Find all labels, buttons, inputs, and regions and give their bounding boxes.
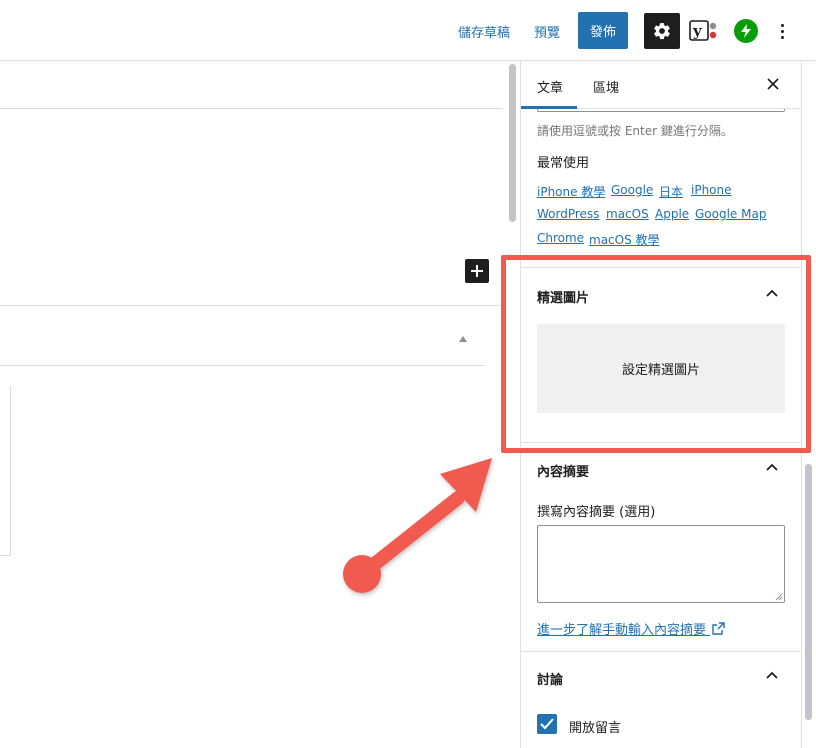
yoast-button[interactable]: y [689, 18, 719, 44]
jetpack-icon [741, 24, 751, 38]
excerpt-help-link[interactable]: 進一步了解手動輸入內容摘要 [537, 619, 725, 638]
chevron-up-icon [766, 671, 778, 679]
tag-link[interactable]: Chrome [537, 231, 584, 245]
discussion-toggle[interactable] [763, 666, 781, 684]
excerpt-panel-title[interactable]: 內容摘要 [537, 461, 589, 480]
excerpt-toggle[interactable] [763, 458, 781, 476]
discussion-panel-title[interactable]: 討論 [537, 669, 563, 688]
tag-link[interactable]: WordPress [537, 207, 599, 221]
tag-link[interactable]: iPhone 教學 [537, 183, 605, 200]
title-divider [0, 108, 503, 109]
gear-icon [654, 23, 670, 40]
editor-toolbar: 儲存草稿 預覽 發佈 y [0, 0, 816, 61]
settings-sidebar: 文章 區塊 請使用逗號或按 Enter 鍵進行分隔。 最常使用 iPhone 教… [521, 61, 801, 748]
set-featured-image-button[interactable]: 設定精選圖片 [537, 324, 785, 413]
external-link-icon [712, 622, 725, 635]
sidebar-scrollbar[interactable] [805, 464, 812, 720]
settings-button[interactable] [644, 13, 680, 49]
add-block-button[interactable] [465, 259, 489, 283]
jetpack-button[interactable] [734, 19, 758, 43]
close-sidebar-button[interactable] [765, 75, 781, 93]
most-used-label: 最常使用 [537, 156, 590, 171]
featured-image-toggle[interactable] [763, 284, 781, 302]
panel-divider [521, 651, 801, 652]
meta-box-inner-border [10, 386, 11, 556]
resize-grip-icon[interactable] [775, 593, 783, 601]
tag-link[interactable]: iPhone [691, 183, 732, 197]
publish-button[interactable]: 發佈 [578, 12, 628, 49]
meta-box-header-divider [0, 365, 485, 366]
meta-box-inner-divider [0, 555, 10, 556]
sidebar-tabs: 文章 區塊 [521, 61, 801, 109]
tag-link[interactable]: Apple [655, 207, 689, 221]
tags-input[interactable] [537, 109, 785, 112]
tag-link[interactable]: Google [611, 183, 653, 197]
chevron-up-icon [766, 289, 778, 297]
chevron-up-icon [766, 463, 778, 471]
tag-link[interactable]: macOS 教學 [589, 231, 660, 248]
save-draft-button[interactable]: 儲存草稿 [458, 22, 510, 41]
featured-image-panel-title[interactable]: 精選圖片 [537, 287, 589, 306]
tags-help-text: 請使用逗號或按 Enter 鍵進行分隔。 [537, 124, 733, 138]
sidebar-right-border [801, 61, 802, 748]
canvas-scrollbar[interactable] [509, 64, 516, 222]
collapse-triangle-icon[interactable] [459, 336, 467, 342]
panel-divider [521, 267, 801, 268]
tab-post[interactable]: 文章 [537, 77, 563, 96]
svg-text:y: y [692, 22, 703, 40]
allow-comments-label: 開放留言 [569, 721, 622, 736]
allow-comments-checkbox[interactable] [537, 714, 557, 734]
panel-divider [521, 442, 801, 443]
tag-link[interactable]: Google Map [695, 207, 766, 221]
editor-canvas[interactable] [0, 61, 503, 748]
tab-block[interactable]: 區塊 [593, 77, 619, 96]
meta-box-divider [0, 305, 503, 306]
kebab-dot [780, 29, 784, 33]
excerpt-field-label: 撰寫內容摘要 (選用) [537, 505, 656, 520]
kebab-dot [780, 35, 784, 39]
excerpt-textarea[interactable] [537, 525, 785, 603]
preview-button[interactable]: 預覽 [534, 22, 560, 41]
excerpt-help-link-text: 進一步了解手動輸入內容摘要 [537, 623, 707, 638]
tag-link[interactable]: 日本 [659, 183, 683, 200]
checkmark-icon [540, 718, 554, 730]
plus-icon [471, 265, 483, 277]
close-icon [767, 78, 779, 90]
kebab-dot [780, 23, 784, 27]
more-options-button[interactable] [772, 18, 792, 44]
tag-link[interactable]: macOS [606, 207, 649, 221]
yoast-icon: y [689, 20, 717, 41]
